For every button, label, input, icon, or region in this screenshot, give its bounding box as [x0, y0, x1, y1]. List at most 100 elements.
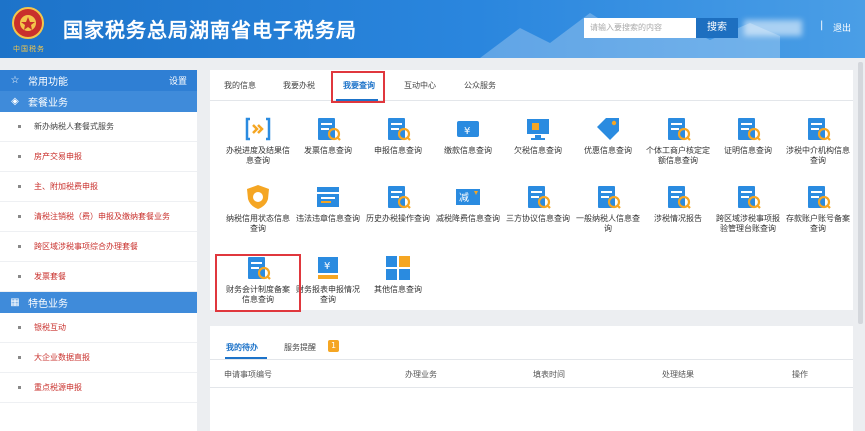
tab-bar: 我的信息 我要办税 我要查询 互动中心 公众服务 — [210, 70, 853, 101]
service-item[interactable]: 跨区域涉税事项报验管理台账查询 — [713, 183, 783, 234]
service-item[interactable]: 历史办税操作查询 — [363, 183, 433, 224]
service-label: 涉税中介机构信息查询 — [786, 146, 850, 165]
service-item[interactable]: ¥ 缴款信息查询 — [433, 115, 503, 156]
service-item[interactable]: 一般纳税人信息查询 — [573, 183, 643, 234]
service-label: 涉税情况报告 — [654, 214, 702, 223]
service-label: 存款账户账号备案查询 — [786, 214, 850, 233]
featured-business-label: 特色业务 — [28, 299, 68, 310]
sidebar-item[interactable]: 大企业数据直报 — [0, 343, 197, 373]
tab-my-todo[interactable]: 我的待办 — [226, 342, 258, 353]
tax-reduce-icon: 减 — [454, 183, 482, 211]
tab-public-service[interactable]: 公众服务 — [464, 80, 496, 91]
package-business-header[interactable]: ◈ 套餐业务 — [0, 91, 197, 112]
certificate-icon — [734, 115, 762, 143]
star-icon: ☆ — [10, 75, 20, 86]
svg-text:减: 减 — [459, 192, 469, 204]
service-highlight-box — [215, 254, 301, 312]
violation-icon — [314, 183, 342, 211]
service-label: 三方协议信息查询 — [506, 214, 570, 223]
user-name-blurred — [744, 20, 802, 36]
service-label: 减税降费信息查询 — [436, 214, 500, 223]
progress-icon — [244, 115, 272, 143]
taxpayer-icon — [594, 183, 622, 211]
sidebar-item[interactable]: 清税注销税（费）申报及缴纳套餐业务 — [0, 202, 197, 232]
svg-text:¥: ¥ — [464, 126, 470, 137]
service-item[interactable]: 优惠信息查询 — [573, 115, 643, 156]
apps-icon: ▦ — [10, 297, 20, 308]
settings-link[interactable]: 设置 — [169, 74, 187, 87]
query-panel: 我的信息 我要办税 我要查询 互动中心 公众服务 办税进度及结果信息查询 发票信息… — [210, 70, 853, 312]
service-label: 违法违章信息查询 — [296, 214, 360, 223]
service-label: 纳税信用状态信息查询 — [226, 214, 290, 233]
service-item[interactable]: 个体工商户核定定额信息查询 — [643, 115, 713, 166]
service-item[interactable]: 证明信息查询 — [713, 115, 783, 156]
divider — [210, 387, 853, 388]
sidebar-item[interactable]: 重点税源申报 — [0, 373, 197, 403]
brand-text: 中国税务 — [13, 45, 45, 53]
tax-emblem-icon — [12, 7, 44, 39]
service-item[interactable]: 涉税中介机构信息查询 — [783, 115, 853, 166]
service-item[interactable]: 纳税信用状态信息查询 — [223, 183, 293, 234]
history-icon — [384, 183, 412, 211]
tab-highlight-box — [331, 71, 385, 103]
column-header: 操作 — [792, 370, 808, 379]
sidebar-item[interactable]: 银税互动 — [0, 313, 197, 343]
cross-region-icon — [734, 183, 762, 211]
search-input[interactable]: 请输入要搜索的内容 — [584, 18, 696, 38]
payment-icon: ¥ — [454, 115, 482, 143]
service-label: 财务报表申报情况查询 — [296, 285, 360, 304]
service-label: 证明信息查询 — [724, 146, 772, 155]
service-item[interactable]: 发票信息查询 — [293, 115, 363, 156]
service-label: 其他信息查询 — [374, 285, 422, 294]
sidebar: ☆ 常用功能 设置 ◈ 套餐业务 新办纳税人套餐式服务 房产交易申报 主、附加税… — [0, 70, 197, 431]
sidebar-item[interactable]: 主、附加税费申报 — [0, 172, 197, 202]
scrollbar[interactable] — [858, 62, 863, 324]
column-header: 处理结果 — [662, 370, 694, 379]
service-item[interactable]: ¥ 财务报表申报情况查询 — [293, 254, 363, 305]
divider — [210, 359, 853, 360]
service-label: 发票信息查询 — [304, 146, 352, 155]
column-header: 填表时间 — [533, 370, 565, 379]
tab-service-reminder[interactable]: 服务提醒 — [284, 342, 316, 353]
service-item[interactable]: 涉税情况报告 — [643, 183, 713, 224]
service-item[interactable]: 存款账户账号备案查询 — [783, 183, 853, 234]
monitor-icon — [524, 115, 552, 143]
sidebar-item[interactable]: 跨区域涉税事项综合办理套餐 — [0, 232, 197, 262]
svg-text:¥: ¥ — [324, 261, 330, 272]
sidebar-item[interactable]: 房产交易申报 — [0, 142, 197, 172]
featured-business-header[interactable]: ▦ 特色业务 — [0, 292, 197, 313]
service-label: 跨区域涉税事项报验管理台账查询 — [716, 214, 780, 233]
layers-icon: ◈ — [11, 96, 19, 107]
service-label: 历史办税操作查询 — [366, 214, 430, 223]
header-separator: | — [820, 20, 824, 31]
declare-search-icon — [384, 115, 412, 143]
reminder-count-badge: 1 — [328, 340, 339, 352]
todo-panel: 我的待办 服务提醒 1 申请事项编号 办理业务 填表时间 处理结果 操作 — [210, 326, 853, 431]
service-label: 缴款信息查询 — [444, 146, 492, 155]
grid-icon — [384, 254, 412, 282]
tab-tax-handling[interactable]: 我要办税 — [283, 80, 315, 91]
search-button[interactable]: 搜索 — [696, 18, 738, 38]
tab-my-info[interactable]: 我的信息 — [224, 80, 256, 91]
tab-interaction[interactable]: 互动中心 — [404, 80, 436, 91]
service-item[interactable]: 申报信息查询 — [363, 115, 433, 156]
sidebar-item[interactable]: 新办纳税人套餐式服务 — [0, 112, 197, 142]
service-label: 办税进度及结果信息查询 — [226, 146, 290, 165]
common-functions-label: 常用功能 — [28, 77, 68, 88]
service-item[interactable]: 欠税信息查询 — [503, 115, 573, 156]
service-item[interactable]: 办税进度及结果信息查询 — [223, 115, 293, 166]
service-label: 一般纳税人信息查询 — [576, 214, 640, 233]
business-search-icon — [664, 115, 692, 143]
invoice-search-icon — [314, 115, 342, 143]
service-item[interactable]: 其他信息查询 — [363, 254, 433, 295]
agreement-icon — [524, 183, 552, 211]
credit-shield-icon — [244, 183, 272, 211]
common-functions-header[interactable]: ☆ 常用功能 设置 — [0, 70, 197, 91]
service-item[interactable]: 三方协议信息查询 — [503, 183, 573, 224]
service-item[interactable]: 违法违章信息查询 — [293, 183, 363, 224]
agency-icon — [804, 115, 832, 143]
logout-link[interactable]: 退出 — [833, 21, 851, 34]
service-label: 个体工商户核定定额信息查询 — [646, 146, 710, 165]
service-item[interactable]: 减减税降费信息查询 — [433, 183, 503, 224]
sidebar-item[interactable]: 发票套餐 — [0, 262, 197, 292]
